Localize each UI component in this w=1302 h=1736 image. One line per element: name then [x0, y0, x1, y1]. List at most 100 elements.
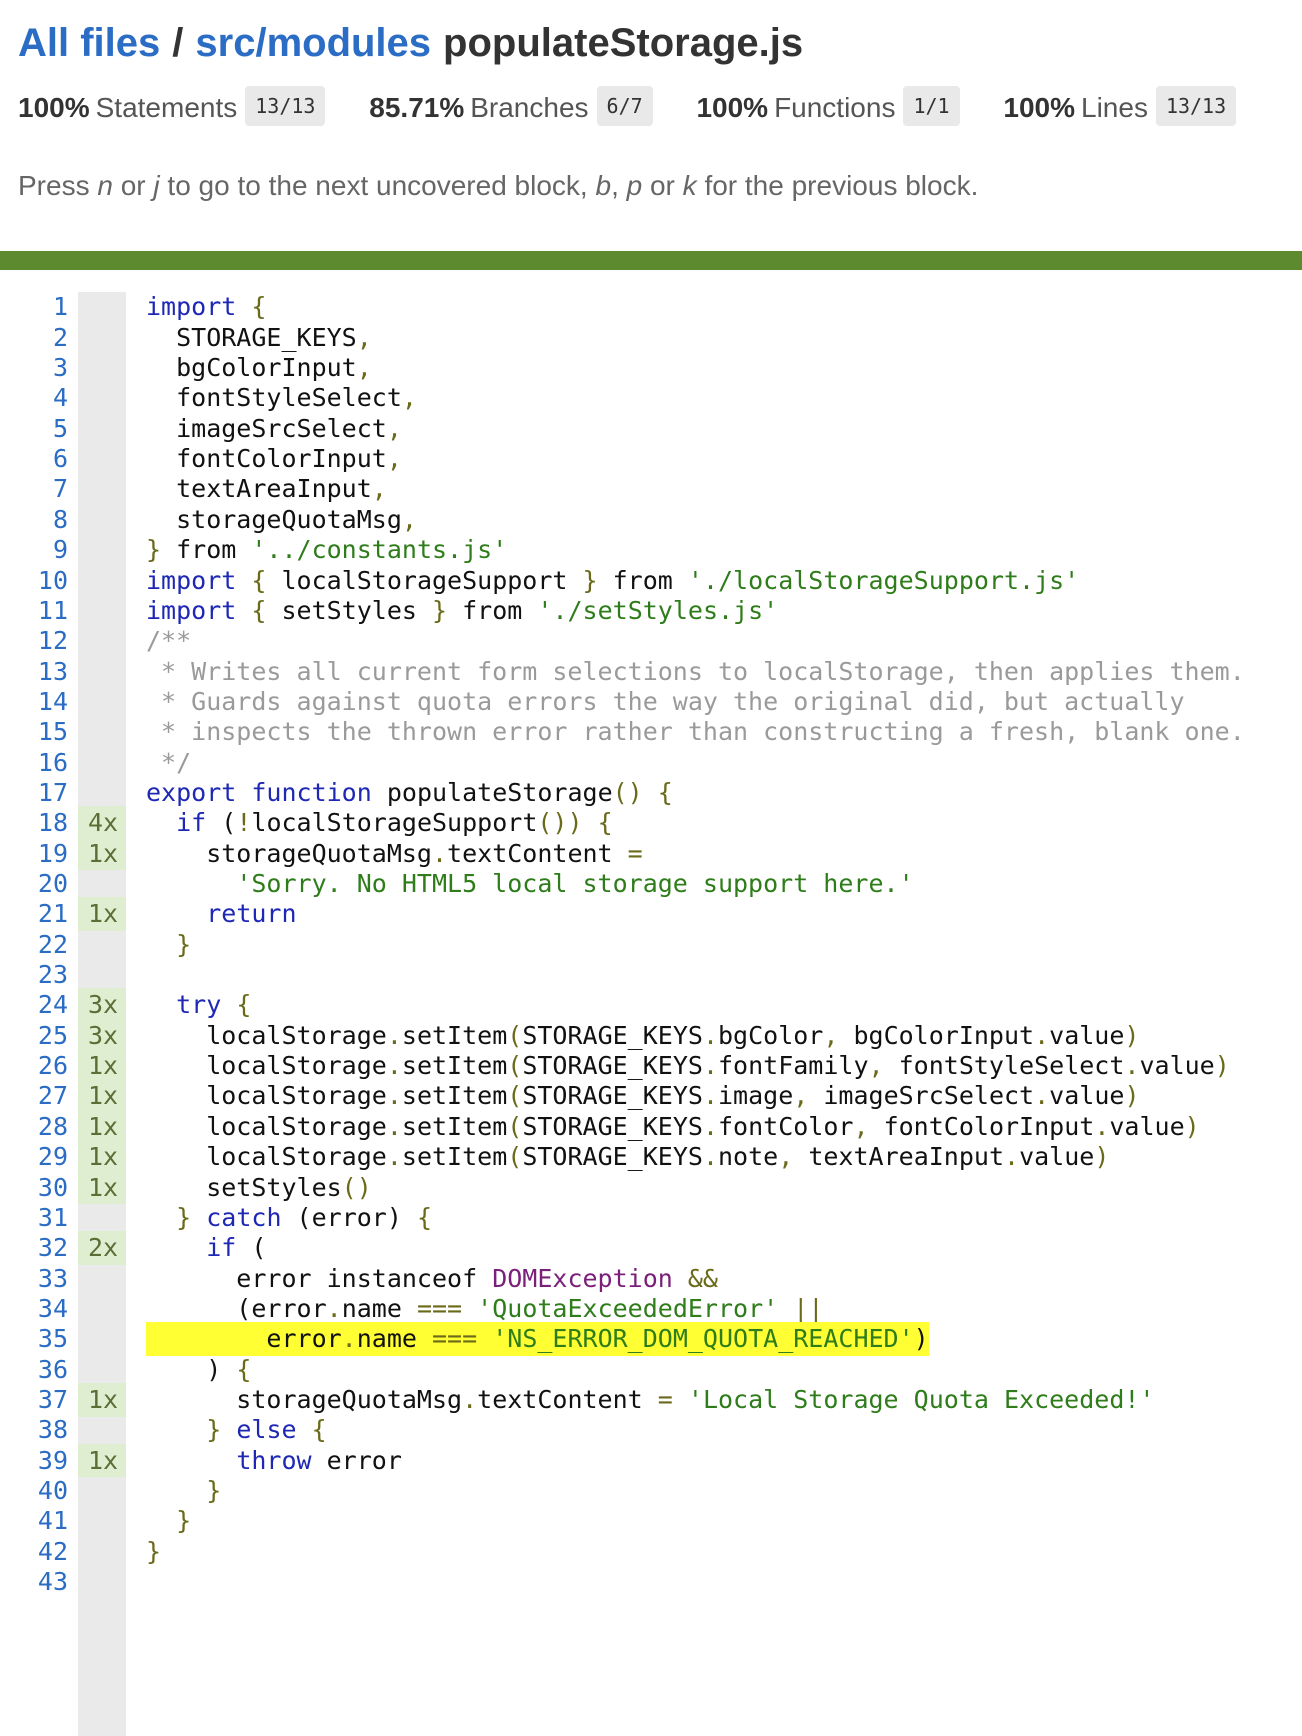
- code-token: .: [462, 1384, 478, 1414]
- line-hit-count: [78, 624, 126, 658]
- line-number-link[interactable]: 3: [0, 351, 68, 385]
- line-number-link[interactable]: 27: [0, 1079, 68, 1113]
- line-number-link[interactable]: 43: [0, 1565, 68, 1599]
- code-token: localStorage: [146, 1051, 387, 1081]
- line-number-link[interactable]: 24: [0, 988, 68, 1022]
- breadcrumb-dir-link[interactable]: src/modules: [195, 21, 431, 65]
- line-number-link[interactable]: 22: [0, 928, 68, 962]
- line-number-link[interactable]: 38: [0, 1413, 68, 1447]
- line-number-link[interactable]: 16: [0, 746, 68, 780]
- code-token: }: [176, 1202, 192, 1232]
- hint-key: b: [595, 170, 612, 201]
- code-line: 7 textAreaInput,: [0, 472, 1302, 506]
- code-token: * Guards against quota errors the way th…: [146, 686, 1185, 716]
- line-number-link[interactable]: 6: [0, 442, 68, 476]
- code-token: }: [206, 1415, 222, 1445]
- breadcrumb-all-files-link[interactable]: All files: [18, 21, 160, 65]
- code-token: .: [1034, 1081, 1050, 1111]
- line-number-link[interactable]: 30: [0, 1171, 68, 1205]
- line-number-link[interactable]: 11: [0, 594, 68, 628]
- code-token: bgColor: [718, 1020, 824, 1050]
- code-line: 27 1x localStorage.setItem(STORAGE_KEYS.i…: [0, 1079, 1302, 1114]
- line-number-link[interactable]: 5: [0, 412, 68, 446]
- line-number-link[interactable]: 36: [0, 1353, 68, 1387]
- code-token: ): [913, 1324, 929, 1354]
- line-number-link[interactable]: 13: [0, 655, 68, 689]
- code-line: 28 1x localStorage.setItem(STORAGE_KEYS.f…: [0, 1109, 1302, 1144]
- stat-label: Functions: [774, 92, 896, 123]
- line-hit-count: 1x: [78, 1109, 126, 1144]
- line-number-link[interactable]: 35: [0, 1322, 68, 1356]
- line-number-link[interactable]: 40: [0, 1474, 68, 1508]
- code-text: bgColorInput,: [146, 351, 372, 385]
- code-token: localStorageSupport: [251, 808, 538, 838]
- breadcrumb: All files / src/modules populateStorage.js: [18, 18, 803, 68]
- line-number-link[interactable]: 12: [0, 624, 68, 658]
- line-number-link[interactable]: 17: [0, 776, 68, 810]
- code-token: note: [718, 1142, 779, 1172]
- line-hit-count: 1x: [78, 1382, 126, 1417]
- stat-fraction: 13/13: [245, 86, 326, 126]
- code-token: ,: [356, 322, 372, 352]
- line-hit-count: [78, 746, 126, 780]
- line-number-link[interactable]: 2: [0, 321, 68, 355]
- code-text: ) {: [146, 1353, 251, 1387]
- code-line: 23: [0, 958, 1302, 992]
- code-token: {: [597, 808, 613, 838]
- line-number-link[interactable]: 21: [0, 897, 68, 931]
- line-number-link[interactable]: 41: [0, 1504, 68, 1538]
- line-number-link[interactable]: 26: [0, 1049, 68, 1083]
- code-token: bgColorInput: [146, 353, 357, 383]
- line-number-link[interactable]: 39: [0, 1444, 68, 1478]
- breadcrumb-separator: /: [172, 21, 184, 65]
- line-number-link[interactable]: 18: [0, 806, 68, 840]
- line-number-link[interactable]: 25: [0, 1019, 68, 1053]
- code-token: imageSrcSelect: [146, 413, 387, 443]
- line-hit-count: [78, 321, 126, 355]
- line-number-link[interactable]: 15: [0, 715, 68, 749]
- line-number-link[interactable]: 4: [0, 381, 68, 415]
- line-number-link[interactable]: 37: [0, 1383, 68, 1417]
- code-token: }: [146, 1536, 162, 1566]
- line-number-link[interactable]: 8: [0, 503, 68, 537]
- code-token: throw: [236, 1445, 312, 1475]
- code-line: 2 STORAGE_KEYS,: [0, 321, 1302, 355]
- stat-label: Branches: [470, 92, 589, 123]
- stat-percent: 100%: [1003, 92, 1075, 123]
- line-number-link[interactable]: 9: [0, 533, 68, 567]
- code-token: value: [1019, 1142, 1095, 1172]
- line-number-link[interactable]: 1: [0, 290, 68, 324]
- code-line: 24 3x try {: [0, 988, 1302, 1023]
- line-number-link[interactable]: 19: [0, 837, 68, 871]
- line-number-link[interactable]: 10: [0, 564, 68, 598]
- line-number-link[interactable]: 32: [0, 1231, 68, 1265]
- stat-percent: 100%: [696, 92, 769, 123]
- line-number-link[interactable]: 33: [0, 1262, 68, 1296]
- code-token: ): [1124, 1081, 1140, 1111]
- line-number-link[interactable]: 29: [0, 1140, 68, 1174]
- line-number-link[interactable]: 20: [0, 867, 68, 901]
- code-token: .: [702, 1081, 718, 1111]
- line-number-link[interactable]: 31: [0, 1201, 68, 1235]
- line-number-link[interactable]: 7: [0, 472, 68, 506]
- code-token: textContent: [477, 1384, 658, 1414]
- line-hit-count: [78, 776, 126, 810]
- code-text: fontColorInput,: [146, 442, 402, 476]
- code-token: ,: [371, 474, 387, 504]
- line-number-link[interactable]: 28: [0, 1110, 68, 1144]
- stat-lines: 100% Lines 13/13: [1003, 86, 1237, 130]
- line-hit-count: [78, 1353, 126, 1387]
- line-number-link[interactable]: 14: [0, 685, 68, 719]
- line-hit-count: [78, 594, 126, 628]
- code-token: ,: [853, 1111, 869, 1141]
- code-token: ||: [793, 1293, 824, 1323]
- line-number-link[interactable]: 42: [0, 1535, 68, 1569]
- line-number-link[interactable]: 23: [0, 958, 68, 992]
- code-token: else: [236, 1415, 297, 1445]
- code-line: 40 }: [0, 1474, 1302, 1508]
- code-token: .: [386, 1111, 402, 1141]
- line-number-link[interactable]: 34: [0, 1292, 68, 1326]
- code-token: .: [1124, 1051, 1140, 1081]
